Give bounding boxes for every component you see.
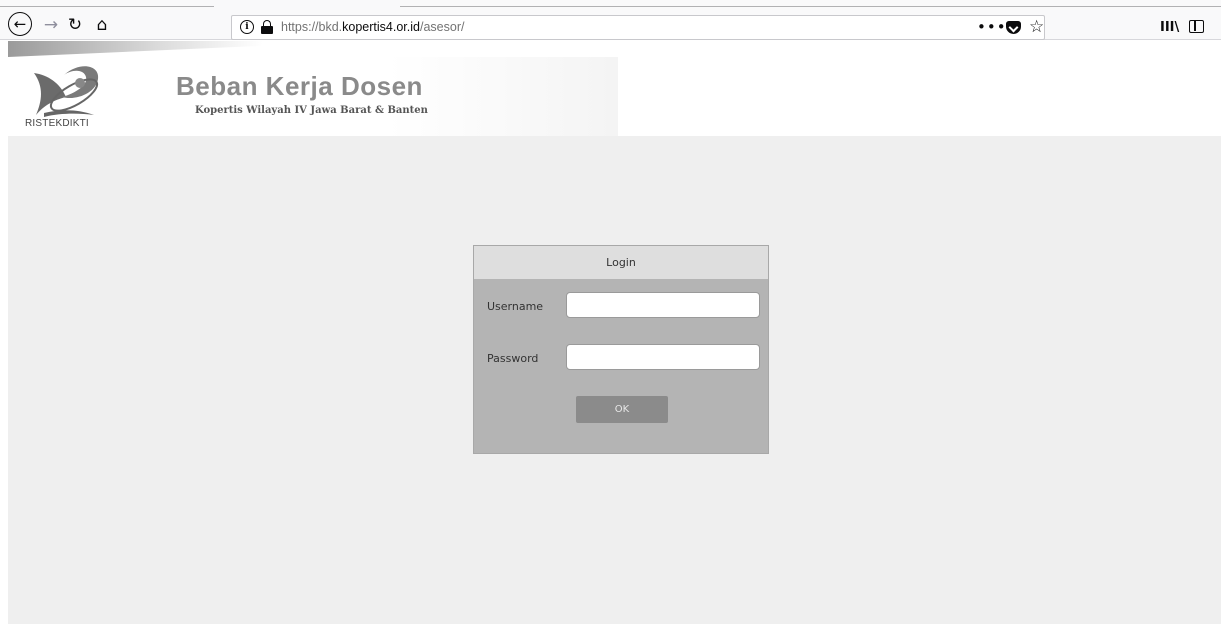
lock-icon[interactable] — [261, 20, 273, 34]
forward-arrow-icon[interactable]: → — [38, 12, 64, 38]
site-header: RISTEKDIKTI Beban Kerja Dosen Kopertis W… — [8, 41, 1221, 136]
username-input[interactable] — [566, 292, 760, 318]
site-title: Beban Kerja Dosen — [176, 71, 423, 101]
username-label: Username — [487, 300, 544, 313]
library-icon[interactable]: III\ — [1160, 20, 1179, 35]
pocket-icon[interactable] — [1006, 21, 1021, 34]
url-path: /asesor/ — [419, 20, 465, 34]
reload-icon[interactable]: ↻ — [62, 12, 88, 38]
password-input[interactable] — [566, 344, 760, 370]
page-content: RISTEKDIKTI Beban Kerja Dosen Kopertis W… — [8, 41, 1221, 624]
site-subtitle: Kopertis Wilayah IV Jawa Barat & Banten — [195, 105, 428, 116]
logo-text: RISTEKDIKTI — [25, 118, 89, 129]
address-bar[interactable]: i https://bkd.kopertis4.or.id/asesor/ ••… — [231, 15, 1045, 40]
back-arrow-icon[interactable]: ← — [8, 12, 32, 36]
info-icon[interactable]: i — [240, 20, 254, 34]
url-prefix: https://bkd. — [281, 20, 343, 34]
star-icon[interactable]: ☆ — [1029, 17, 1044, 37]
login-panel: Login Username Password OK — [473, 245, 769, 454]
ok-button[interactable]: OK — [576, 396, 668, 423]
more-icon[interactable]: ••• — [977, 18, 1007, 36]
active-tab-indicator[interactable] — [214, 3, 400, 7]
browser-toolbar: ← → ↻ ⌂ i https://bkd.kopertis4.or.id/as… — [0, 0, 1221, 40]
url-text[interactable]: https://bkd.kopertis4.or.id/asesor/ — [281, 20, 464, 34]
tab-strip-line — [0, 6, 1221, 7]
password-label: Password — [487, 352, 539, 365]
home-icon[interactable]: ⌂ — [89, 12, 115, 38]
sidebar-icon[interactable] — [1189, 20, 1204, 33]
login-title: Login — [474, 246, 768, 279]
url-domain: kopertis4.or.id — [342, 20, 420, 34]
